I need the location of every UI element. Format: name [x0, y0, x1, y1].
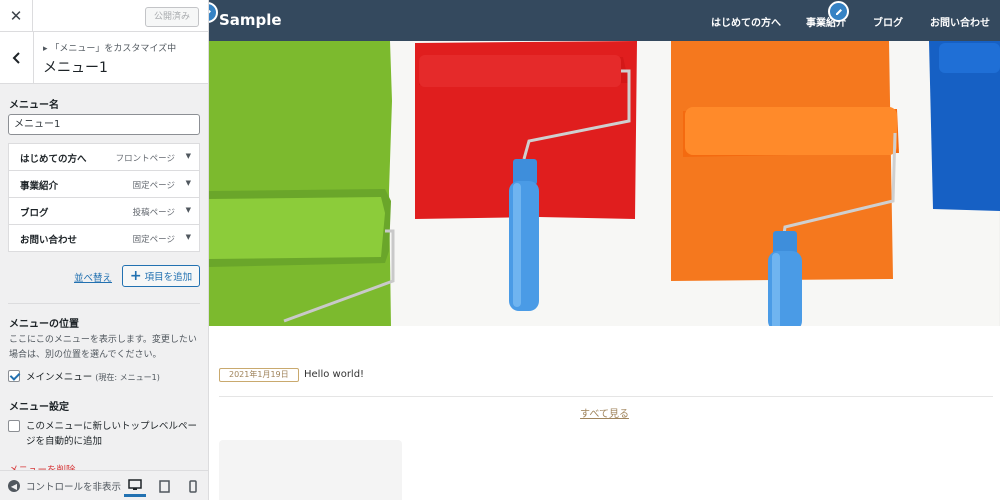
see-all-link[interactable]: すべて見る: [209, 405, 1000, 420]
menu-item[interactable]: はじめての方へ フロントページ ▼: [8, 143, 200, 171]
menu-item-type: フロントページ: [115, 154, 175, 164]
main-menu-checkbox[interactable]: [8, 370, 20, 382]
mobile-icon[interactable]: [182, 476, 204, 497]
caret-down-icon[interactable]: ▼: [186, 152, 191, 160]
add-items-button[interactable]: + 項目を追加: [122, 265, 200, 287]
menu-item[interactable]: ブログ 投稿ページ ▼: [8, 197, 200, 225]
menu-name-input[interactable]: メニュー1: [8, 114, 200, 135]
menu-location-description: ここにこのメニューを表示します。変更したい場合は、別の位置を選んでください。: [9, 335, 197, 360]
menu-item-type: 固定ページ: [132, 181, 175, 191]
publish-button[interactable]: 公開済み: [144, 7, 199, 27]
customizer-topbar: ✕ 公開済み: [0, 0, 208, 32]
menu-item-type: 固定ページ: [132, 235, 175, 245]
customizer-footer: ◀ コントロールを非表示: [0, 470, 208, 500]
caret-down-icon[interactable]: ▼: [186, 179, 191, 187]
tablet-icon[interactable]: [153, 476, 175, 497]
main-menu-label: メインメニュー (現在: メニュー1): [26, 369, 160, 383]
auto-add-checkbox[interactable]: [8, 420, 20, 432]
site-preview: Sample はじめての方へ 事業紹介 ブログ お問い合わせ 2021年1月19…: [209, 0, 1000, 500]
pencil-icon[interactable]: [828, 1, 849, 22]
hero-image: [209, 41, 1000, 326]
menu-item-type: 投稿ページ: [132, 208, 175, 218]
auto-add-label: このメニューに新しいトップレベルページを自動的に追加: [26, 421, 198, 447]
post-divider: [219, 396, 993, 397]
menu-item-title: はじめての方へ: [20, 154, 87, 165]
nav-item[interactable]: はじめての方へ: [711, 14, 781, 29]
main-menu-current: (現在: メニュー1): [95, 373, 160, 382]
nav-item[interactable]: ブログ: [873, 14, 903, 29]
chevron-left-icon[interactable]: [0, 32, 34, 83]
customizer-sidebar: ✕ 公開済み ▸ 「メニュー」をカスタマイズ中 メニュー1 メニュー名 メニュー…: [0, 0, 209, 500]
reorder-link[interactable]: 並べ替え: [74, 270, 112, 284]
menu-item[interactable]: お問い合わせ 固定ページ ▼: [8, 224, 200, 252]
menu-items-list: はじめての方へ フロントページ ▼ 事業紹介 固定ページ ▼ ブログ 投稿ページ…: [8, 143, 200, 252]
caret-down-icon[interactable]: ▼: [186, 233, 191, 241]
post-date-badge: 2021年1月19日: [219, 368, 299, 382]
caret-down-icon[interactable]: ▼: [186, 206, 191, 214]
breadcrumb-text: 「メニュー」をカスタマイズ中: [50, 44, 177, 54]
site-title[interactable]: Sample: [219, 11, 282, 29]
menu-item-title: 事業紹介: [20, 181, 59, 192]
main-menu-location-option[interactable]: メインメニュー (現在: メニュー1): [8, 369, 160, 383]
post-card[interactable]: [219, 440, 402, 500]
arrow-left-circle-icon: ◀: [8, 480, 20, 492]
menu-location-heading: メニューの位置: [9, 319, 79, 330]
menu-item-title: お問い合わせ: [20, 235, 78, 246]
breadcrumb: ▸ 「メニュー」をカスタマイズ中: [43, 44, 177, 54]
plus-icon: +: [129, 268, 142, 284]
panel-title: メニュー1: [43, 60, 108, 76]
site-header: Sample はじめての方へ 事業紹介 ブログ お問い合わせ: [209, 0, 1000, 41]
menu-name-label: メニュー名: [9, 100, 59, 111]
auto-add-option[interactable]: このメニューに新しいトップレベルページを自動的に追加: [8, 419, 202, 449]
main-menu-label-text: メインメニュー: [26, 372, 93, 383]
collapse-controls-button[interactable]: ◀ コントロールを非表示: [8, 479, 121, 493]
close-icon[interactable]: ✕: [0, 0, 33, 32]
desktop-icon[interactable]: [124, 476, 146, 497]
menu-item-title: ブログ: [20, 208, 49, 219]
collapse-label: コントロールを非表示: [26, 482, 122, 493]
panel-header: ▸ 「メニュー」をカスタマイズ中 メニュー1: [0, 32, 208, 84]
add-items-label: 項目を追加: [144, 272, 193, 283]
nav-item[interactable]: お問い合わせ: [930, 14, 990, 29]
menu-item[interactable]: 事業紹介 固定ページ ▼: [8, 170, 200, 198]
post-title-link[interactable]: Hello world!: [304, 369, 364, 380]
menu-settings-heading: メニュー設定: [9, 402, 69, 413]
section-divider: [8, 303, 200, 304]
